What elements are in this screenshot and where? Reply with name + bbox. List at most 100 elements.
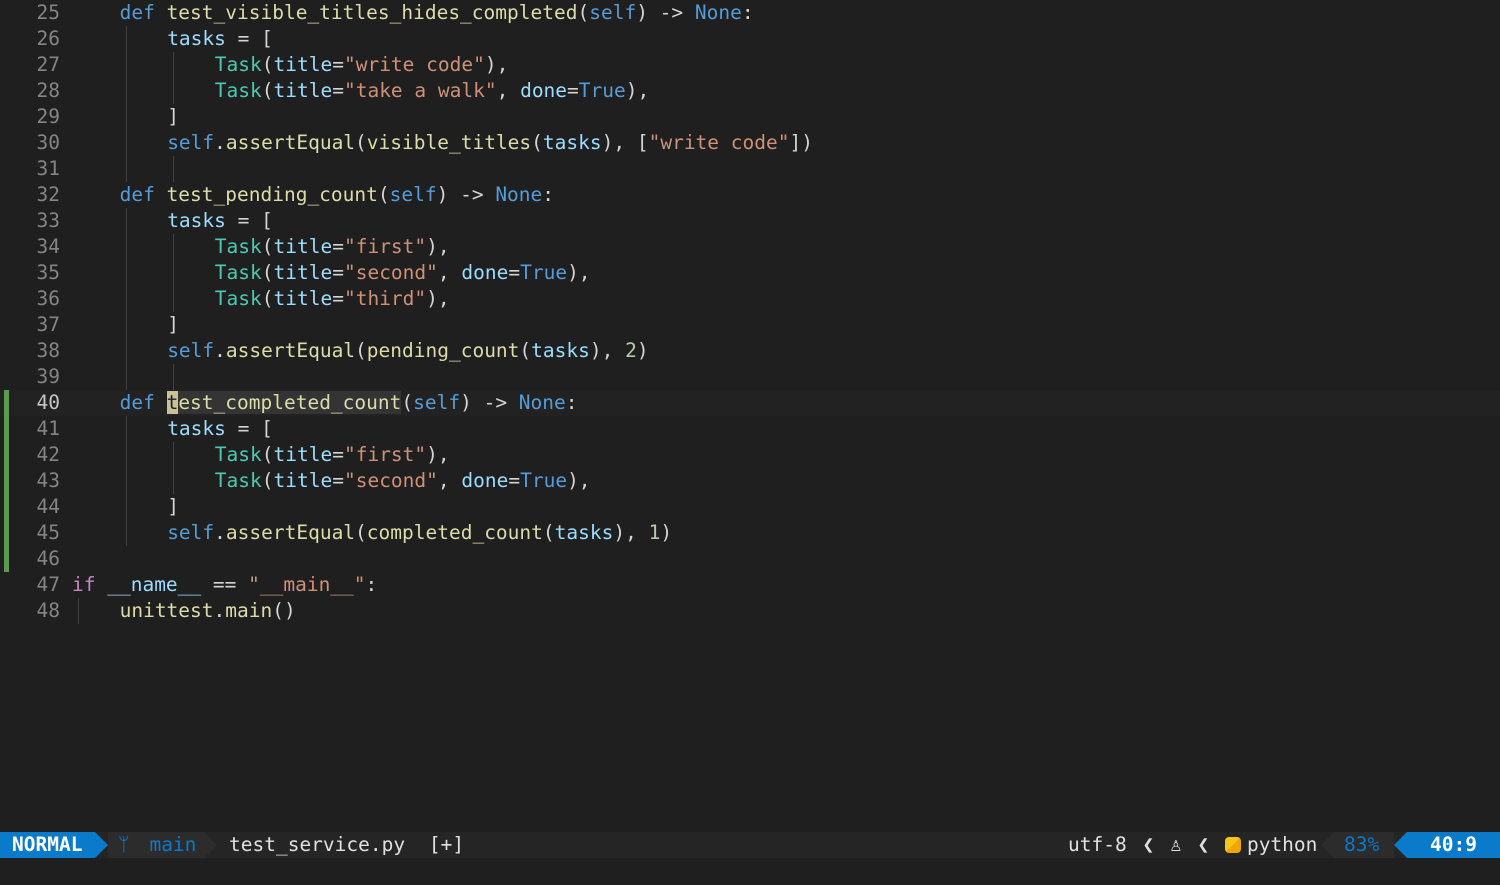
code-line[interactable]: 41 tasks = [ (0, 416, 1500, 442)
file-info-section: utf-8 ❮ ♙ ❮ python (1068, 832, 1317, 858)
code-line[interactable]: 47 if __name__ == "__main__": (0, 572, 1500, 598)
indent-guide (125, 468, 127, 494)
code-line[interactable]: 27 Task(title="write code"), (0, 52, 1500, 78)
code-token: ( (261, 53, 274, 76)
line-number: 46 (36, 547, 60, 570)
code-text: ] (167, 104, 179, 130)
chevron-left-icon: ❮ (1197, 833, 1210, 856)
code-line[interactable]: 25 def test_visible_titles_hides_complete… (0, 0, 1500, 26)
code-token: , (437, 469, 462, 492)
code-text: tasks = [ (167, 26, 273, 52)
code-token: == (201, 573, 249, 596)
code-token: Task (214, 53, 262, 76)
code-line[interactable]: 42 Task(title="first"), (0, 442, 1500, 468)
code-line[interactable]: 36 Task(title="third"), (0, 286, 1500, 312)
code-text: Task(title="third"), (215, 286, 450, 312)
git-branch-icon: ᛘ (118, 833, 130, 856)
code-token: ), (613, 521, 649, 544)
code-token: , (437, 261, 462, 284)
code-token: ( (531, 131, 543, 154)
code-token: . (214, 131, 226, 154)
code-token: self (167, 131, 215, 154)
code-token: "take a walk" (343, 79, 497, 102)
code-line[interactable]: 29] (0, 104, 1500, 130)
command-line[interactable] (0, 858, 1500, 885)
indent-guide (125, 442, 127, 468)
code-token: = (332, 443, 344, 466)
code-token: tasks (167, 209, 226, 232)
file-type: python (1246, 833, 1318, 856)
line-number: 43 (36, 469, 60, 492)
file-name: test_service.py (229, 833, 406, 856)
line-number: 47 (36, 573, 60, 596)
code-token: ( (261, 469, 274, 492)
mode-indicator: NORMAL (0, 832, 95, 858)
code-token: def (119, 391, 167, 414)
code-token: = (332, 287, 344, 310)
code-token: = [ (225, 417, 273, 440)
cursor: t (166, 391, 179, 414)
editor-buffer[interactable]: 25 def test_visible_titles_hides_complete… (0, 0, 1500, 830)
code-token: visible_titles (366, 131, 532, 154)
code-line[interactable]: 35 Task(title="second", done=True), (0, 260, 1500, 286)
code-token: True (520, 469, 568, 492)
code-token: ( (355, 131, 367, 154)
code-token: tasks (542, 131, 602, 154)
code-line[interactable]: 26 tasks = [ (0, 26, 1500, 52)
code-line[interactable]: 34 Task(title="first"), (0, 234, 1500, 260)
code-line[interactable]: 44] (0, 494, 1500, 520)
line-number: 29 (36, 105, 60, 128)
indent-guide (125, 312, 127, 338)
indent-guide (125, 286, 127, 312)
indent-guide (125, 26, 127, 52)
line-number: 48 (36, 599, 60, 622)
code-text: unittest.main() (120, 598, 296, 624)
code-token: tasks (167, 417, 226, 440)
code-token: ), [ (601, 131, 649, 154)
code-line[interactable]: 32 def test_pending_count(self) -> None: (0, 182, 1500, 208)
code-token: Task (214, 235, 262, 258)
code-line[interactable]: 31 (0, 156, 1500, 182)
code-token: . (213, 599, 226, 622)
code-line[interactable]: 40 def test_completed_count(self) -> None… (0, 390, 1500, 416)
code-line[interactable]: 45 self.assertEqual(completed_count(tasks… (0, 520, 1500, 546)
code-text: tasks = [ (167, 416, 273, 442)
encoding: utf-8 (1068, 833, 1127, 856)
code-token: "third" (343, 287, 427, 310)
code-token: 2 (625, 339, 637, 362)
indent-guide (78, 598, 79, 624)
code-token: title (273, 469, 333, 492)
line-number: 34 (36, 235, 60, 258)
code-line[interactable]: 38 self.assertEqual(pending_count(tasks),… (0, 338, 1500, 364)
line-number: 40 (36, 391, 60, 414)
indent-guide (125, 494, 127, 520)
code-token: tasks (531, 339, 590, 362)
code-token: ) -> (436, 183, 496, 206)
line-number: 35 (36, 261, 60, 284)
code-token: title (273, 443, 333, 466)
line-number: 39 (36, 365, 60, 388)
code-text: if __name__ == "__main__": (72, 572, 377, 598)
code-token: "second" (343, 261, 438, 284)
code-token: self (167, 339, 215, 362)
code-line[interactable]: 46 (0, 546, 1500, 572)
code-token: "first" (343, 443, 427, 466)
code-line[interactable]: 28 Task(title="take a walk", done=True), (0, 78, 1500, 104)
code-line[interactable]: 30 self.assertEqual(visible_titles(tasks)… (0, 130, 1500, 156)
git-branch: ᛘ main (108, 832, 204, 858)
code-line[interactable]: 43 Task(title="second", done=True), (0, 468, 1500, 494)
code-line[interactable]: 33 tasks = [ (0, 208, 1500, 234)
code-token: ), (589, 339, 626, 362)
code-line[interactable]: 37] (0, 312, 1500, 338)
indent-guide (125, 208, 127, 234)
linux-icon: ♙ (1169, 833, 1182, 856)
powerline-separator (204, 832, 217, 858)
code-token: ] (167, 313, 179, 336)
code-token: ]) (789, 131, 813, 154)
code-line[interactable]: 39 (0, 364, 1500, 390)
code-token: ( (261, 287, 274, 310)
line-number: 45 (36, 521, 60, 544)
code-text: ] (167, 494, 179, 520)
code-line[interactable]: 48 unittest.main() (0, 598, 1500, 624)
powerline-separator (1321, 832, 1334, 858)
